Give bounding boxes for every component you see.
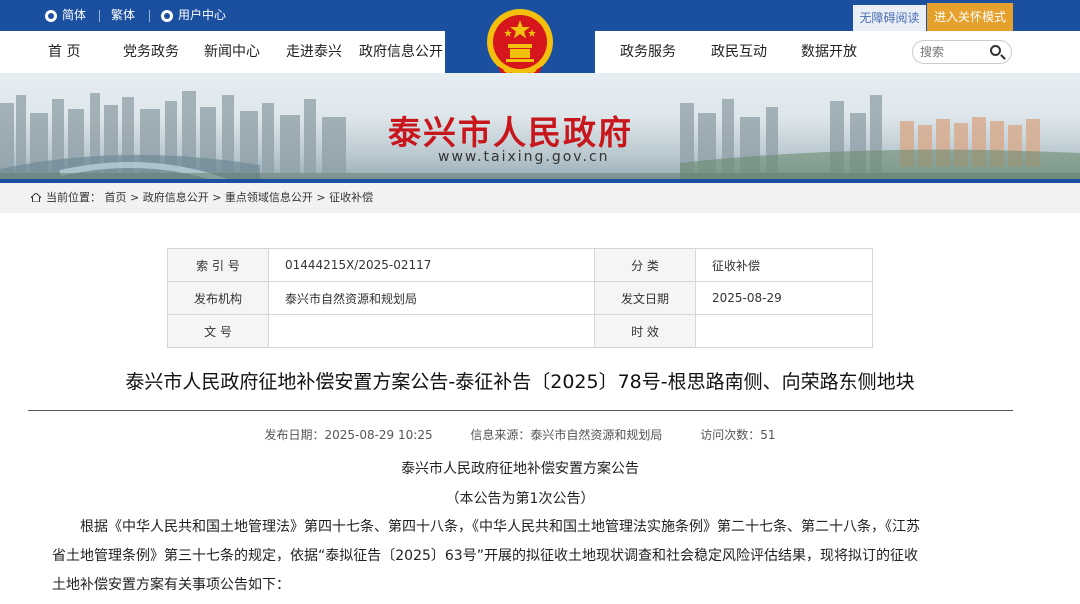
breadcrumb: 当前位置： 首页 > 政府信息公开 > 重点领域信息公开 > 征收补偿	[0, 183, 1080, 213]
article-meta: 发布日期：2025-08-29 10:25 信息来源：泰兴市自然资源和规划局 访…	[0, 426, 1040, 443]
paragraph-line: 根据《中华人民共和国土地管理法》第四十七条、第四十八条，《中华人民共和国土地管理…	[80, 519, 920, 535]
simplified-link[interactable]: 简体	[45, 0, 86, 31]
breadcrumb-text: 当前位置： 首页 > 政府信息公开 > 重点领域信息公开 > 征收补偿	[46, 183, 373, 213]
info-source: 信息来源：泰兴市自然资源和规划局	[470, 428, 663, 442]
nav-open-data[interactable]: 数据开放	[801, 31, 857, 73]
simplified-label: 简体	[62, 8, 87, 22]
notice-paragraph: 根据《中华人民共和国土地管理法》第四十七条、第四十八条，《中华人民共和国土地管理…	[52, 513, 992, 600]
breadcrumb-label: 当前位置：	[46, 191, 101, 204]
category-label: 分 类	[594, 248, 696, 282]
title-divider	[28, 410, 1013, 411]
table-row: 索 引 号 01444215X/2025-02117 分 类 征收补偿	[167, 248, 873, 282]
notice-heading: 泰兴市人民政府征地补偿安置方案公告	[401, 461, 639, 477]
site-url: www.taixing.gov.cn	[438, 149, 610, 165]
user-icon	[161, 9, 173, 22]
site-title: 泰兴市人民政府	[388, 113, 633, 152]
table-row: 文 号 时 效	[167, 314, 873, 348]
accessibility-button[interactable]: 无障碍阅读	[853, 5, 926, 31]
publisher-label: 发布机构	[167, 281, 269, 315]
site-banner: 泰兴市人民政府 www.taixing.gov.cn	[0, 73, 1080, 183]
index-number-value: 01444215X/2025-02117	[268, 248, 595, 282]
paragraph-line: 省土地管理条例》第三十七条的规定，依据“泰拟征告〔2025〕63号”开展的拟征收…	[52, 548, 918, 564]
nav-gov-info[interactable]: 政府信息公开	[359, 31, 443, 73]
index-number-label: 索 引 号	[167, 248, 269, 282]
home-icon	[31, 193, 41, 202]
paragraph-line: 土地补偿安置方案有关事项公告如下：	[52, 577, 290, 593]
user-center-link[interactable]: 用户中心	[161, 0, 226, 31]
document-info-table: 索 引 号 01444215X/2025-02117 分 类 征收补偿 发布机构…	[167, 248, 873, 348]
table-row: 发布机构 泰兴市自然资源和规划局 发文日期 2025-08-29	[167, 281, 873, 315]
divider	[149, 10, 150, 22]
elder-mode-button[interactable]: 进入关怀模式	[927, 3, 1013, 31]
category-value: 征收补偿	[695, 248, 873, 282]
nav-services[interactable]: 政务服务	[620, 31, 676, 73]
publish-date: 发布日期：2025-08-29 10:25	[264, 428, 433, 442]
doc-number-value	[268, 314, 595, 348]
publisher-value: 泰兴市自然资源和规划局	[268, 281, 595, 315]
traditional-label: 繁体	[111, 8, 136, 22]
breadcrumb-path[interactable]: 首页 > 政府信息公开 > 重点领域信息公开 > 征收补偿	[105, 191, 374, 204]
nav-interaction[interactable]: 政民互动	[711, 31, 767, 73]
issue-date-value: 2025-08-29	[695, 281, 873, 315]
validity-value	[695, 314, 873, 348]
validity-label: 时 效	[594, 314, 696, 348]
globe-icon	[45, 9, 57, 22]
search-input[interactable]	[920, 41, 990, 63]
doc-number-label: 文 号	[167, 314, 269, 348]
user-center-label: 用户中心	[178, 8, 227, 22]
nav-party-affairs[interactable]: 党务政务	[123, 31, 179, 73]
visit-count: 访问次数：51	[700, 428, 776, 442]
article-title: 泰兴市人民政府征地补偿安置方案公告-泰征补告〔2025〕78号-根思路南侧、向荣…	[125, 371, 915, 393]
divider	[99, 10, 100, 22]
nav-about[interactable]: 走进泰兴	[286, 31, 342, 73]
nav-news[interactable]: 新闻中心	[204, 31, 260, 73]
issue-date-label: 发文日期	[594, 281, 696, 315]
traditional-link[interactable]: 繁体	[111, 0, 135, 31]
search-box	[912, 40, 1012, 64]
notice-subheading: （本公告为第1次公告）	[445, 491, 595, 507]
nav-home[interactable]: 首 页	[48, 31, 80, 73]
search-icon[interactable]	[990, 45, 1001, 56]
